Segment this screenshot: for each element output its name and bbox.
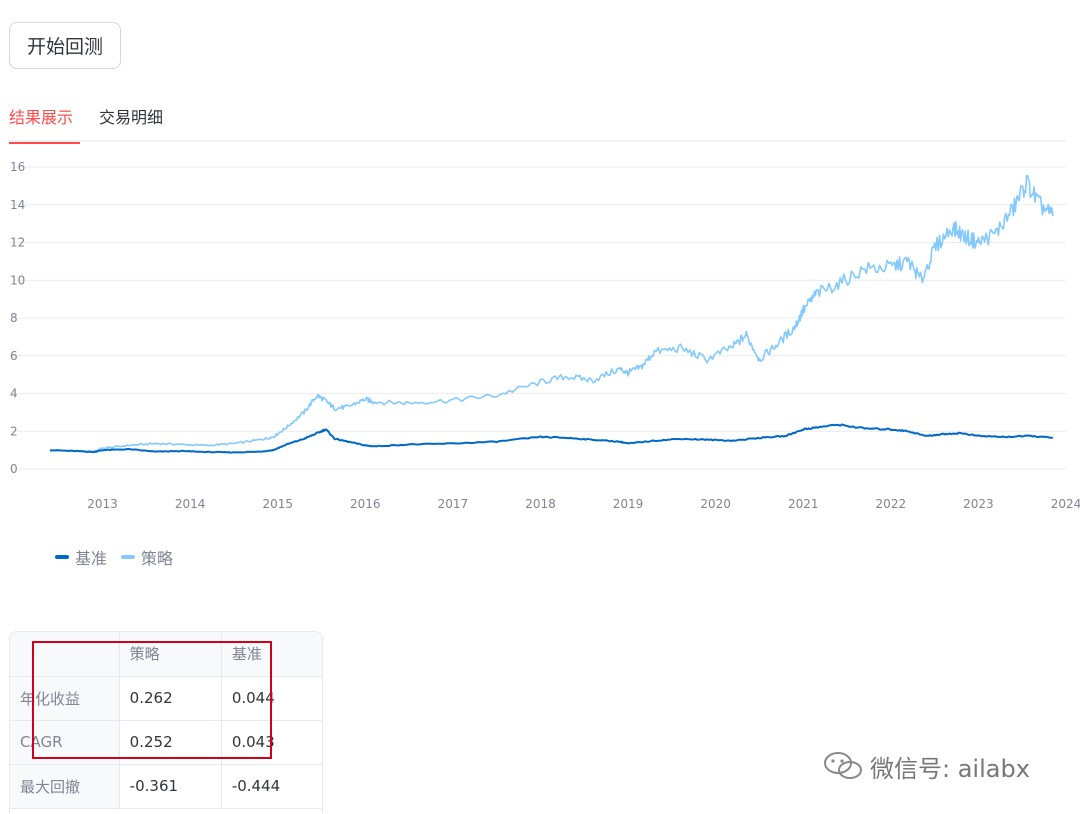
legend-swatch-strategy (121, 555, 136, 559)
y-tick-label: 8 (10, 311, 18, 325)
legend-swatch-benchmark (55, 555, 69, 559)
table-cell: -0.444 (221, 764, 322, 809)
x-tick-label: 2024 (1051, 497, 1080, 511)
y-tick-label: 6 (10, 349, 18, 363)
x-tick-label: 2018 (525, 497, 556, 511)
tab-results[interactable]: 结果展示 (9, 104, 80, 144)
x-tick-label: 2022 (876, 497, 907, 511)
x-tick-label: 2019 (613, 497, 644, 511)
x-tick-label: 2020 (700, 497, 731, 511)
legend-item-benchmark[interactable]: 基准 (55, 545, 107, 569)
x-tick-label: 2023 (963, 497, 994, 511)
legend-item-strategy[interactable]: 策略 (121, 545, 173, 569)
tab-trade-details[interactable]: 交易明细 (99, 104, 163, 142)
y-tick-label: 2 (10, 424, 18, 438)
equity-curve-chart: 0 2 4 6 8 10 12 14 16 2013 2014 2015 2016 2017 2018 201… (0, 150, 1080, 530)
table-cell: -0.361 (119, 764, 222, 809)
chart-svg: 0 2 4 6 8 10 12 14 16 2013 2014 2015 2016 2017 2018 201… (10, 160, 1080, 511)
x-tick-label: 2015 (262, 497, 293, 511)
x-tick-label: 2014 (175, 497, 206, 511)
x-tick-label: 2017 (438, 497, 469, 511)
y-tick-label: 4 (10, 387, 18, 401)
chart-legend: 基准 策略 (55, 545, 173, 569)
start-backtest-button[interactable]: 开始回测 (9, 22, 121, 69)
legend-label-strategy: 策略 (141, 549, 174, 568)
wechat-icon (824, 752, 862, 779)
legend-label-benchmark: 基准 (75, 549, 108, 568)
y-tick-label: 12 (10, 236, 25, 250)
y-tick-label: 14 (10, 198, 25, 212)
series-line-strategy (49, 174, 1054, 453)
wechat-watermark: 微信号: ailabx (822, 748, 1030, 784)
x-tick-label: 2016 (350, 497, 381, 511)
y-tick-label: 16 (10, 160, 25, 174)
table-row: 最大回撤 -0.361 -0.444 (10, 764, 322, 809)
row-header: 最大回撤 (10, 764, 120, 809)
y-tick-label: 0 (10, 462, 18, 476)
x-tick-label: 2013 (87, 497, 118, 511)
x-tick-label: 2021 (788, 497, 819, 511)
tab-bar: 结果展示 交易明细 (9, 100, 1066, 144)
y-tick-label: 10 (10, 273, 25, 287)
series-line-benchmark (49, 423, 1054, 454)
watermark-text: 微信号: ailabx (870, 754, 1030, 783)
highlight-annotation-box (32, 641, 272, 759)
